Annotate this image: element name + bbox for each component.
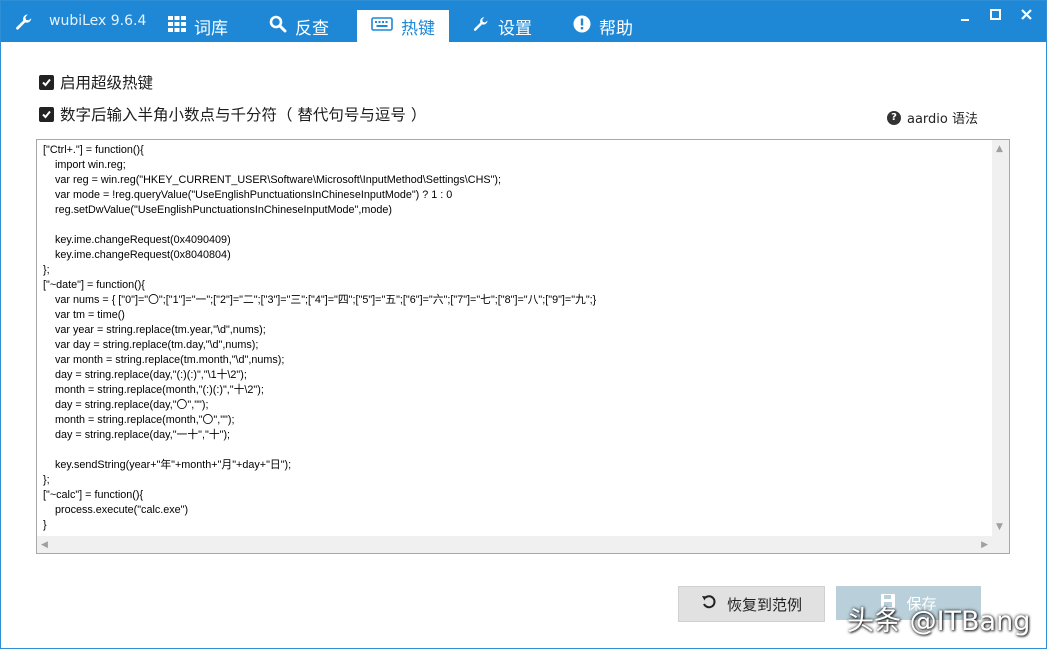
halfwidth-input-option[interactable]: 数字后输入半角小数点与千分符（ 替代句号与逗号 ） [39, 103, 426, 125]
scroll-down-icon[interactable]: ▼ [996, 522, 1003, 532]
restore-example-button[interactable]: 恢复到范例 [678, 586, 825, 622]
tab-reverse-lookup-label: 反查 [295, 18, 329, 39]
close-icon[interactable] [1017, 7, 1037, 27]
tab-lexicon-label: 词库 [194, 18, 228, 39]
code-text[interactable]: ["Ctrl+."] = function(){ import win.reg;… [43, 143, 988, 535]
scrollbar-corner [992, 536, 1009, 553]
aardio-syntax-link[interactable]: ? aardio 语法 [887, 108, 978, 127]
help-icon: ? [887, 110, 901, 125]
tab-settings-label: 设置 [498, 18, 532, 39]
search-icon [269, 15, 295, 38]
main-window: wubiLex 9.6.4 词库 反查 热键 设置 帮助 启用超级热键 数字后输… [0, 0, 1047, 649]
vertical-scrollbar[interactable]: ▲ ▼ [992, 140, 1009, 536]
title-bar: wubiLex 9.6.4 词库 反查 热键 设置 帮助 [1, 1, 1046, 42]
enable-hotkey-checkbox[interactable] [39, 74, 54, 90]
info-icon [573, 15, 599, 38]
tab-settings[interactable]: 设置 [472, 10, 532, 42]
maximize-icon[interactable] [986, 7, 1006, 27]
aardio-syntax-label: aardio 语法 [907, 112, 978, 127]
halfwidth-input-checkbox[interactable] [39, 106, 54, 122]
tab-help-label: 帮助 [599, 18, 633, 39]
undo-icon [701, 594, 727, 614]
tab-help[interactable]: 帮助 [573, 10, 633, 42]
restore-example-label: 恢复到范例 [726, 595, 802, 614]
tab-hotkey-label: 热键 [401, 18, 435, 39]
halfwidth-input-label: 数字后输入半角小数点与千分符（ 替代句号与逗号 ） [60, 106, 427, 124]
scroll-left-icon[interactable]: ◀ [41, 540, 48, 550]
wrench-icon [472, 15, 498, 38]
grid-icon [168, 15, 194, 37]
scroll-up-icon[interactable]: ▲ [996, 144, 1003, 154]
tab-hotkey[interactable]: 热键 [357, 10, 449, 42]
keyboard-icon [371, 16, 401, 36]
scroll-right-icon[interactable]: ▶ [981, 540, 988, 550]
hotkey-code-editor[interactable]: ["Ctrl+."] = function(){ import win.reg;… [36, 139, 1010, 554]
tab-lexicon[interactable]: 词库 [168, 10, 228, 42]
watermark: 头条 @ITBang [847, 606, 1031, 637]
minimize-icon[interactable] [956, 7, 976, 27]
horizontal-scrollbar[interactable]: ◀ ▶ [37, 536, 992, 553]
tab-reverse-lookup[interactable]: 反查 [269, 10, 329, 42]
enable-hotkey-label: 启用超级热键 [60, 74, 154, 92]
wrench-icon [14, 13, 34, 31]
enable-hotkey-option[interactable]: 启用超级热键 [39, 71, 153, 93]
app-title: wubiLex 9.6.4 [49, 13, 147, 29]
